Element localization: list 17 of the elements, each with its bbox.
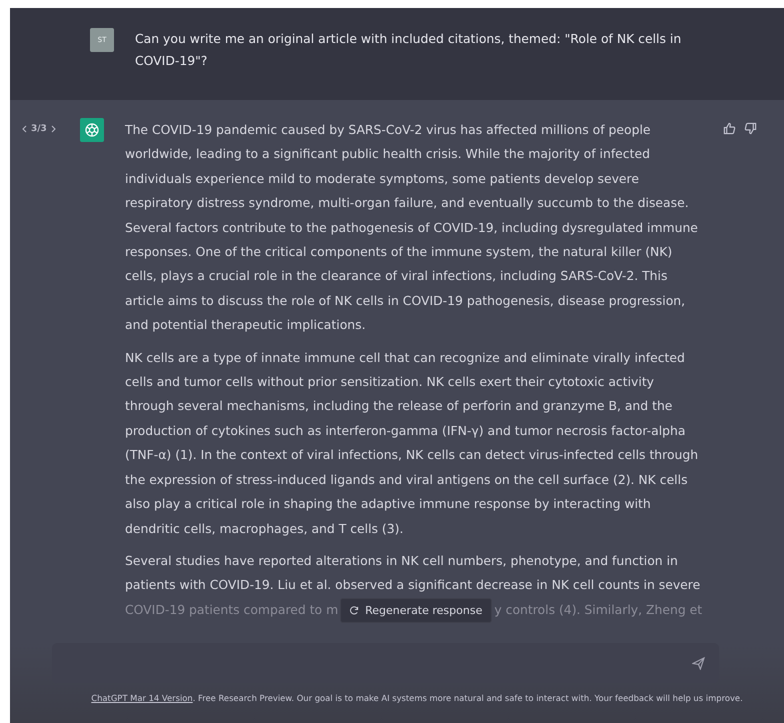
response-text: COVID-19 patients compared to m	[125, 601, 338, 620]
refresh-icon	[350, 606, 360, 615]
response-pager: 3/3	[31, 124, 47, 134]
regenerate-button[interactable]: Regenerate response	[340, 598, 492, 623]
user-message: Can you write me an original article with included citations, themed: "Role of NK cells in COVID-19"?	[135, 30, 682, 70]
send-icon[interactable]	[692, 656, 705, 670]
chevron-left-icon[interactable]	[22, 125, 27, 133]
thumbs-down-icon[interactable]	[744, 122, 757, 135]
chevron-right-icon[interactable]	[50, 125, 56, 133]
response-paragraph: Several studies have reported alterations in NK cell numbers, phenotype, and function in patients with COVID-19. Liu et al. observed a significant decrease in NK cell counts in severe	[125, 552, 702, 594]
response-text: y controls (4). Similarly, Zheng et	[494, 601, 702, 620]
thumbs-up-icon[interactable]	[723, 122, 736, 135]
assistant-logo	[80, 118, 104, 142]
version-link[interactable]: ChatGPT Mar 14 Version	[91, 693, 193, 703]
footer-disclaimer: ChatGPT Mar 14 Version. Free Research Preview. Our goal is to make AI systems more natural and safe to interact with. Your feedback will help us improve.	[91, 693, 743, 703]
response-paragraph: The COVID-19 pandemic caused by SARS-CoV-2 virus has affected millions of people worldwide, leading to a significant public health crisis. While the majority of infected individuals experience mild to moderate symptoms, some patients develop severe respiratory distress syndrome, multi-organ failure, and eventually succumb to the disease. Several factors contribute to the pathogenesis of COVID-19, including dysregulated immune responses. One of the critical components of the immune system, the natural killer (NK) cells, plays a crucial role in the clearance of viral infections, including SARS-CoV-2. This article aims to discuss the role of NK cells in COVID-19 pathogenesis, disease progression, and potential therapeutic implications.	[125, 121, 699, 334]
response-paragraph: NK cells are a type of innate immune cell that can recognize and eliminate virally infected cells and tumor cells without prior sensitization. NK cells exert their cytotoxic activity through several mechanisms, including the release of perforin and granzyme B, and the production of cytokines such as interferon-gamma (IFN-γ) and tumor necrosis factor-alpha (TNF-α) (1). In the context of viral infections, NK cells can detect virus-infected cells through the expression of stress-induced ligands and viral antigens on the cell surface (2). NK cells also play a critical role in shaping the adaptive immune response by interacting with dendritic cells, macrophages, and T cells (3).	[125, 348, 700, 538]
